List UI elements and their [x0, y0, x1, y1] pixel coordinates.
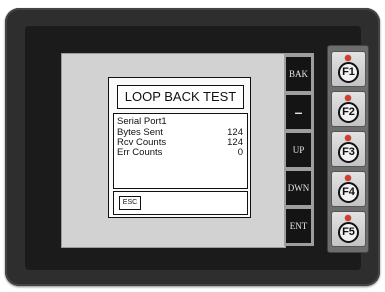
- f2-led-indicator: [345, 95, 351, 101]
- f3-key[interactable]: F3: [331, 131, 366, 167]
- back-softkey[interactable]: BAK: [286, 57, 311, 91]
- function-key-panel: F1 F2 F3 F4 F5: [327, 45, 369, 253]
- dialog-body: Serial Port1 Bytes Sent 124 Rcv Counts 1…: [113, 113, 248, 189]
- port-label: Serial Port1: [117, 116, 167, 127]
- f2-key-label: F2: [338, 102, 359, 123]
- f1-key-label: F1: [338, 62, 359, 83]
- up-softkey[interactable]: UP: [286, 133, 311, 167]
- loop-back-test-dialog: LOOP BACK TEST Serial Port1 Bytes Sent 1…: [108, 77, 251, 218]
- f1-led-indicator: [345, 55, 351, 61]
- f2-key[interactable]: F2: [331, 91, 366, 127]
- err-counts-label: Err Counts: [117, 147, 163, 158]
- dialog-title: LOOP BACK TEST: [117, 85, 244, 109]
- f5-led-indicator: [345, 215, 351, 221]
- f4-led-indicator: [345, 175, 351, 181]
- down-softkey[interactable]: DWN: [286, 171, 311, 205]
- err-counts-value: 0: [237, 147, 243, 158]
- f4-key-label: F4: [338, 182, 359, 203]
- f3-key-label: F3: [338, 142, 359, 163]
- softkey-column: BAK – UP DWN ENT: [284, 53, 314, 246]
- f1-key[interactable]: F1: [331, 51, 366, 87]
- f5-key-label: F5: [338, 222, 359, 243]
- f5-key[interactable]: F5: [331, 211, 366, 247]
- f3-led-indicator: [345, 135, 351, 141]
- f4-key[interactable]: F4: [331, 171, 366, 207]
- dialog-footer: ESC: [113, 191, 248, 215]
- esc-button[interactable]: ESC: [119, 196, 141, 210]
- minus-softkey[interactable]: –: [286, 95, 311, 129]
- enter-softkey[interactable]: ENT: [286, 209, 311, 243]
